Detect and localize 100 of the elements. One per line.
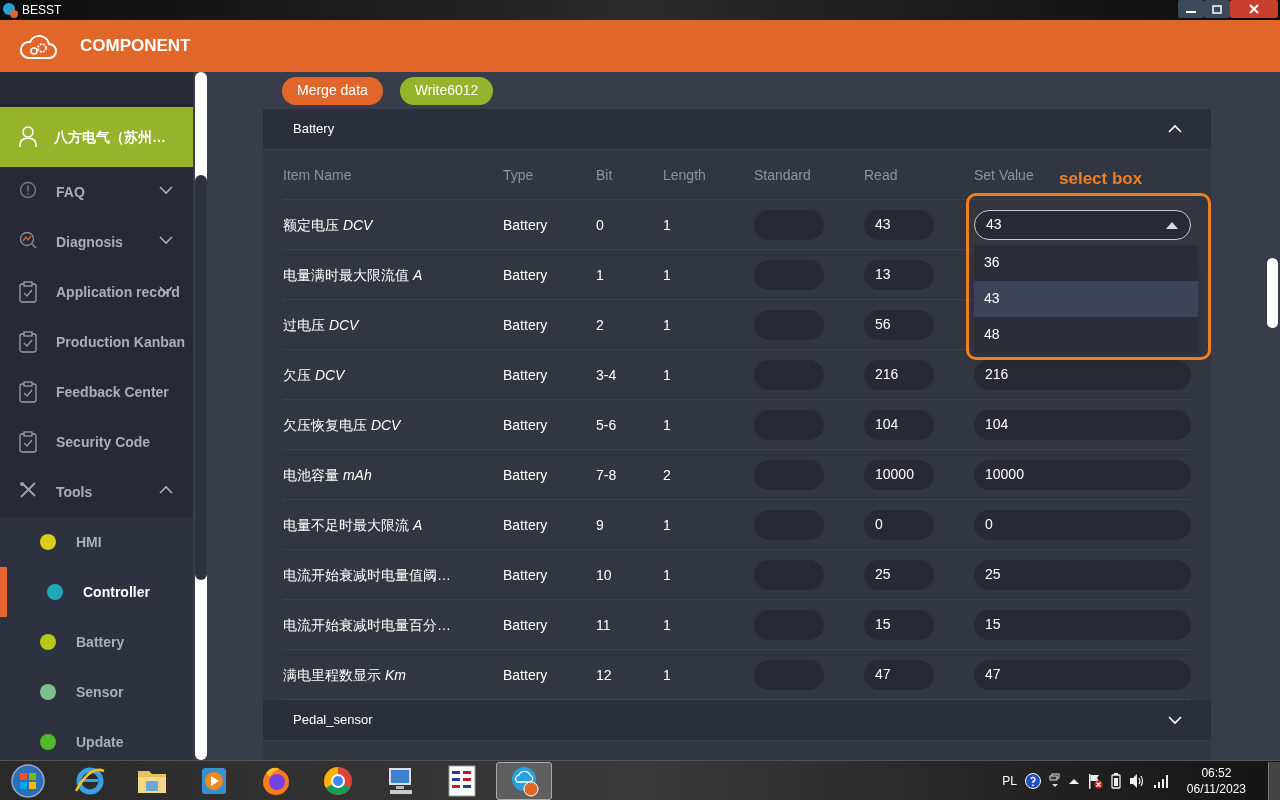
- read-field: 47: [864, 659, 934, 690]
- restore-button[interactable]: [1204, 0, 1230, 18]
- minimize-button[interactable]: [1178, 0, 1204, 18]
- column-header: Read: [864, 166, 898, 183]
- show-hidden-icon[interactable]: [1068, 776, 1079, 785]
- action-center-icon[interactable]: [1086, 772, 1103, 789]
- app-title: COMPONENT: [80, 35, 191, 58]
- column-header: Bit: [596, 166, 613, 183]
- table-cell: 1: [663, 266, 671, 283]
- close-button[interactable]: [1230, 0, 1278, 18]
- item-name: 满电里程数显示 Km: [283, 666, 406, 683]
- table-cell: 3-4: [596, 366, 617, 383]
- app-icon: [2, 2, 18, 18]
- dropdown-option[interactable]: 48: [974, 316, 1198, 353]
- item-name: 欠压恢复电压 DCV: [283, 416, 401, 433]
- table-cell: 1: [663, 666, 671, 683]
- read-field: 13: [864, 259, 934, 290]
- set-value-field[interactable]: 104: [974, 409, 1191, 440]
- signal-icon[interactable]: [1152, 773, 1169, 788]
- window-title: BESST: [22, 2, 62, 19]
- clipboard-icon: [19, 381, 37, 403]
- dropdown-option[interactable]: 36: [974, 244, 1198, 281]
- table-cell: Battery: [503, 216, 548, 233]
- column-header: Type: [503, 166, 534, 183]
- table-cell: Battery: [503, 366, 548, 383]
- select-box[interactable]: 43: [974, 209, 1191, 240]
- submenu-item[interactable]: Controller: [0, 567, 193, 617]
- sidebar-item[interactable]: FAQ: [0, 167, 193, 217]
- read-field: 15: [864, 609, 934, 640]
- cloud-gears-icon: [18, 32, 58, 60]
- scrollbar-thumb[interactable]: [1267, 258, 1278, 328]
- set-value-field[interactable]: 10000: [974, 459, 1191, 490]
- set-value-field[interactable]: 15: [974, 609, 1191, 640]
- item-name: 电量满时最大限流值 A: [283, 266, 423, 283]
- table-cell: 12: [596, 666, 612, 683]
- read-field: 0: [864, 509, 934, 540]
- table-cell: 1: [663, 366, 671, 383]
- submenu-item[interactable]: HMI: [0, 517, 193, 567]
- section-header[interactable]: Pedal_sensor: [263, 700, 1211, 741]
- section-header[interactable]: Battery: [263, 109, 1211, 150]
- set-value-field[interactable]: 25: [974, 559, 1191, 590]
- column-header: Length: [663, 166, 706, 183]
- sidebar-item[interactable]: Application record: [0, 267, 193, 317]
- clipboard-icon: [19, 331, 37, 353]
- language-indicator[interactable]: PL: [1002, 771, 1017, 790]
- table-cell: 1: [663, 516, 671, 533]
- help-icon[interactable]: [1024, 772, 1041, 789]
- item-name: 过电压 DCV: [283, 316, 359, 333]
- read-field: 43: [864, 209, 934, 240]
- sidebar-item[interactable]: Diagnosis: [0, 217, 193, 267]
- table-cell: 11: [596, 616, 611, 633]
- table-cell: Battery: [503, 266, 548, 283]
- table-cell: Battery: [503, 566, 548, 583]
- scrollbar[interactable]: [194, 72, 207, 760]
- read-field: 216: [864, 359, 934, 390]
- clock[interactable]: 06:52 06/11/2023: [1186, 764, 1246, 797]
- sidebar-item[interactable]: Feedback Center: [0, 367, 193, 417]
- dropdown-option[interactable]: 43: [974, 280, 1198, 317]
- read-field: 56: [864, 309, 934, 340]
- set-value-field[interactable]: 47: [974, 659, 1191, 690]
- submenu-item[interactable]: Update: [0, 717, 193, 760]
- table-cell: Battery: [503, 416, 548, 433]
- table-cell: 7-8: [596, 466, 617, 483]
- windows-icon[interactable]: [1048, 772, 1061, 789]
- table-cell: 2: [596, 316, 604, 333]
- table-cell: 5-6: [596, 416, 617, 433]
- table-cell: Battery: [503, 666, 548, 683]
- clipboard-icon: [19, 281, 37, 303]
- item-name: 电量不足时最大限流 A: [283, 516, 423, 533]
- table-cell: 0: [596, 216, 604, 233]
- set-value-field[interactable]: 0: [974, 509, 1191, 540]
- sidebar-item[interactable]: Tools: [0, 467, 193, 517]
- submenu-item[interactable]: Sensor: [0, 667, 193, 717]
- table-cell: 1: [663, 616, 671, 633]
- set-value-field[interactable]: 216: [974, 359, 1191, 390]
- item-name: 欠压 DCV: [283, 366, 345, 383]
- user-icon: [19, 126, 37, 148]
- table-cell: Battery: [503, 616, 548, 633]
- table-cell: 1: [663, 216, 671, 233]
- table-cell: Battery: [503, 466, 548, 483]
- table-cell: 1: [663, 566, 671, 583]
- table-cell: 10: [596, 566, 612, 583]
- submenu-item[interactable]: Battery: [0, 617, 193, 667]
- sidebar-item[interactable]: Production Kanban: [0, 317, 193, 367]
- column-header: Standard: [754, 166, 811, 183]
- battery-icon[interactable]: [1110, 772, 1121, 789]
- read-field: 104: [864, 409, 934, 440]
- column-header: Item Name: [283, 166, 352, 183]
- volume-icon[interactable]: [1128, 772, 1145, 789]
- sidebar-item[interactable]: Security Code: [0, 417, 193, 467]
- table-cell: 1: [663, 316, 671, 333]
- user-name: 八方电气（苏州…: [54, 127, 166, 147]
- item-name: 电流开始衰减时电量百分…: [283, 616, 451, 633]
- item-name: 电池容量 mAh: [283, 466, 372, 483]
- caret-icon: [1166, 220, 1178, 229]
- read-field: 10000: [864, 459, 934, 490]
- item-name: 额定电压 DCV: [283, 216, 373, 233]
- column-header: Set Value: [974, 166, 1034, 183]
- table-cell: Battery: [503, 316, 548, 333]
- cloud-app-icon[interactable]: [496, 761, 552, 800]
